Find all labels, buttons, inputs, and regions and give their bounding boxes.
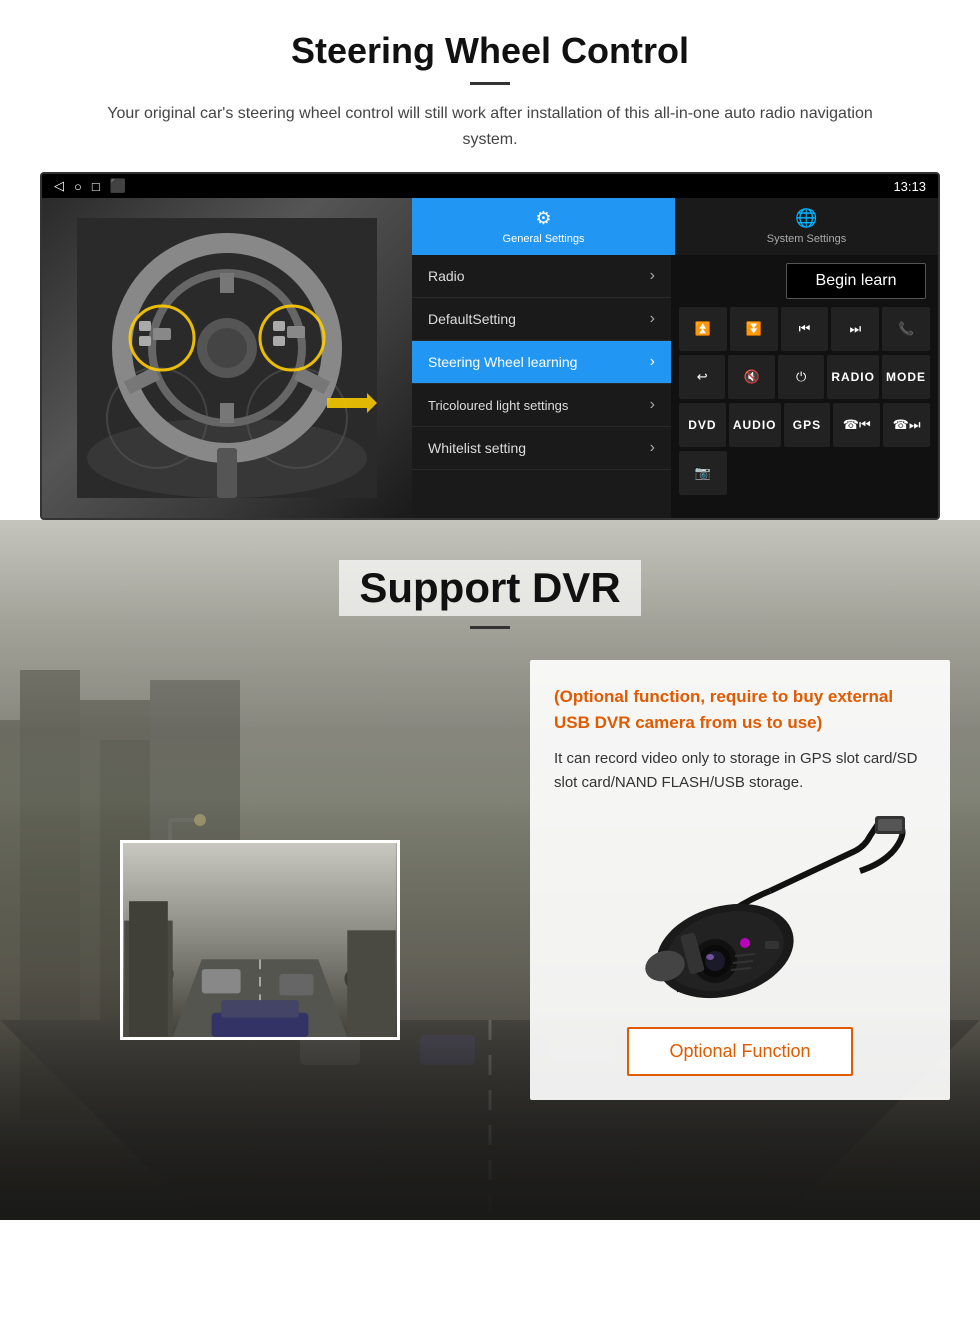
title-divider [470, 82, 510, 85]
mockup-main: ⚙ General Settings 🌐 System Settings Rad… [42, 198, 938, 518]
control-buttons-row1: ⏫ ⏬ ⏮ ⏭ 📞 [675, 307, 934, 351]
screen-icon: ⬛ [110, 178, 126, 194]
dvr-section: Support DVR [0, 520, 980, 1220]
android-menu-area: ⚙ General Settings 🌐 System Settings Rad… [412, 198, 938, 518]
tab-general-settings[interactable]: ⚙ General Settings [412, 198, 675, 255]
dvr-section-title: Support DVR [339, 560, 640, 616]
phone-button[interactable]: 📞 [882, 307, 930, 351]
dvr-card-text: It can record video only to storage in G… [554, 747, 926, 795]
control-buttons-row2: ↩ 🔇 ⏻ RADIO MODE [675, 355, 934, 399]
status-bar: ◁ ○ □ ⬛ 13:13 [42, 174, 938, 198]
menu-whitelist-label: Whitelist setting [428, 440, 526, 456]
steering-wheel-svg [77, 218, 377, 498]
menu-item-steering-wheel[interactable]: Steering Wheel learning › [412, 341, 671, 384]
gps-button[interactable]: GPS [784, 403, 831, 447]
mode-button[interactable]: MODE [882, 355, 930, 399]
android-tabs: ⚙ General Settings 🌐 System Settings [412, 198, 938, 255]
dvd-button[interactable]: DVD [679, 403, 726, 447]
tab-system-settings[interactable]: 🌐 System Settings [675, 198, 938, 255]
optional-function-button[interactable]: Optional Function [627, 1027, 852, 1076]
radio-button[interactable]: RADIO [827, 355, 879, 399]
dvr-camera-thumbnail [120, 840, 400, 1040]
chevron-right-icon: › [650, 310, 655, 328]
thumbnail-image [123, 843, 397, 1037]
menu-default-label: DefaultSetting [428, 311, 516, 327]
mute-button[interactable]: 🔇 [728, 355, 774, 399]
prev-phone-button[interactable]: ☎⏮ [833, 403, 880, 447]
dvr-device-svg [570, 811, 910, 1011]
page-title: Steering Wheel Control [40, 30, 940, 72]
control-buttons-row4: 📷 [675, 451, 934, 495]
right-control-panel: Begin learn ⏫ ⏬ ⏮ ⏭ 📞 ↩ [671, 255, 938, 518]
dvr-info-card: (Optional function, require to buy exter… [530, 660, 950, 1100]
next-phone-button[interactable]: ☎⏭ [883, 403, 930, 447]
power-button[interactable]: ⏻ [778, 355, 824, 399]
settings-gear-icon: ⚙ [535, 208, 551, 229]
vol-down-button[interactable]: ⏬ [730, 307, 778, 351]
dvr-title-divider [470, 626, 510, 629]
control-buttons-row3: DVD AUDIO GPS ☎⏮ ☎⏭ [675, 403, 934, 447]
back-icon: ◁ [54, 178, 64, 194]
menu-steering-label: Steering Wheel learning [428, 354, 577, 370]
chevron-right-icon: › [650, 353, 655, 371]
thumbnail-svg [123, 843, 397, 1037]
begin-learn-row: Begin learn [675, 259, 934, 303]
chevron-right-icon: › [650, 439, 655, 457]
menu-item-whitelist[interactable]: Whitelist setting › [412, 427, 671, 470]
chevron-right-icon: › [650, 396, 655, 414]
menu-and-panel: Radio › DefaultSetting › Steering Wheel … [412, 255, 938, 518]
system-icon: 🌐 [795, 208, 817, 229]
home-icon: ○ [74, 179, 82, 194]
menu-tricoloured-label: Tricoloured light settings [428, 398, 568, 413]
menu-radio-label: Radio [428, 268, 465, 284]
dvr-title-area: Support DVR [0, 520, 980, 649]
vol-up-button[interactable]: ⏫ [679, 307, 727, 351]
dvr-device-image [554, 811, 926, 1011]
tab-system-label: System Settings [767, 233, 846, 245]
statusbar-time: 13:13 [893, 179, 926, 194]
menu-item-tricoloured[interactable]: Tricoloured light settings › [412, 384, 671, 427]
steering-section: Steering Wheel Control Your original car… [0, 0, 980, 520]
section-subtitle: Your original car's steering wheel contr… [80, 101, 900, 152]
steering-wheel-placeholder [42, 198, 412, 518]
chevron-right-icon: › [650, 267, 655, 285]
audio-button[interactable]: AUDIO [729, 403, 781, 447]
camera-button[interactable]: 📷 [679, 451, 727, 495]
menu-list: Radio › DefaultSetting › Steering Wheel … [412, 255, 671, 518]
hang-up-button[interactable]: ↩ [679, 355, 725, 399]
begin-learn-button[interactable]: Begin learn [786, 263, 926, 299]
dvr-card-title: (Optional function, require to buy exter… [554, 684, 926, 735]
recents-icon: □ [92, 179, 100, 194]
statusbar-nav-icons: ◁ ○ □ ⬛ [54, 178, 126, 194]
prev-track-button[interactable]: ⏮ [781, 307, 829, 351]
next-track-button[interactable]: ⏭ [831, 307, 879, 351]
menu-item-default-setting[interactable]: DefaultSetting › [412, 298, 671, 341]
tab-general-label: General Settings [503, 233, 585, 245]
steering-wheel-image-area [42, 198, 412, 518]
android-mockup: ◁ ○ □ ⬛ 13:13 [40, 172, 940, 520]
menu-item-radio[interactable]: Radio › [412, 255, 671, 298]
